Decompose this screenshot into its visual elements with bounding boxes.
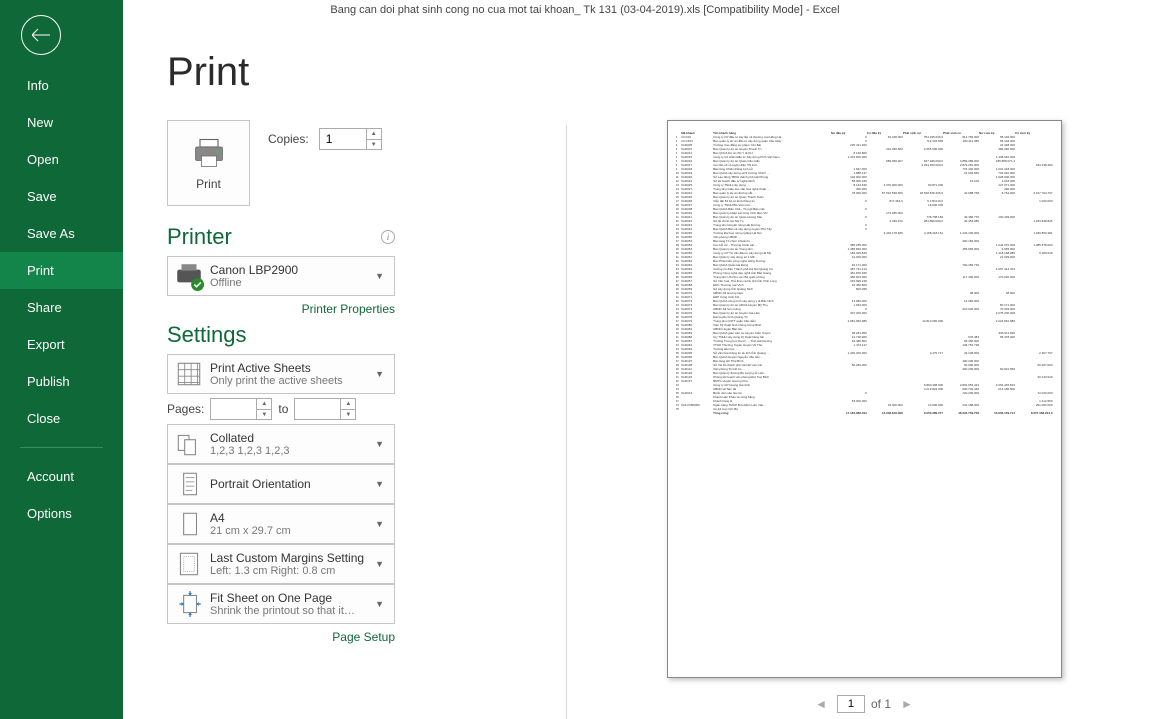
pages-to-input[interactable] [295, 399, 340, 419]
nav-new[interactable]: New [0, 104, 123, 141]
chevron-down-icon: ▼ [371, 479, 388, 489]
setting-paper-size[interactable]: A4 21 cm x 29.7 cm ▼ [167, 504, 395, 544]
setting-line1: A4 [210, 511, 371, 525]
print-panel: Print Print Copies: ▲▼ Printer [167, 50, 447, 648]
nav-share[interactable]: Share [0, 289, 123, 326]
printer-icon [191, 135, 227, 171]
nav-print[interactable]: Print [0, 252, 123, 289]
nav-save[interactable]: Save [0, 178, 123, 215]
spin-down-icon[interactable]: ▼ [367, 140, 381, 150]
spin-up-icon[interactable]: ▲ [341, 399, 355, 410]
nav-open[interactable]: Open [0, 141, 123, 178]
vertical-divider [566, 125, 567, 719]
nav-divider [20, 447, 103, 448]
nav-save-as[interactable]: Save As [0, 215, 123, 252]
page-title: Print [167, 50, 447, 95]
portrait-icon [174, 469, 204, 499]
sheets-icon [174, 359, 204, 389]
settings-heading: Settings [167, 322, 247, 348]
printer-status-icon [174, 261, 204, 291]
titlebar: Bang can doi phat sinh cong no cua mot t… [0, 0, 1170, 20]
pages-to-label: to [278, 402, 288, 416]
setting-print-what[interactable]: Print Active Sheets Only print the activ… [167, 354, 395, 394]
nav-info[interactable]: Info [0, 67, 123, 104]
nav-account[interactable]: Account [0, 458, 123, 495]
back-button[interactable] [21, 15, 61, 55]
page-of-label: of 1 [871, 697, 891, 711]
setting-line2: Only print the active sheets [210, 375, 371, 387]
margins-icon [174, 549, 204, 579]
chevron-down-icon: ▼ [371, 519, 388, 529]
setting-collate[interactable]: Collated 1,2,3 1,2,3 1,2,3 ▼ [167, 424, 395, 464]
chevron-down-icon: ▼ [371, 439, 388, 449]
spin-up-icon[interactable]: ▲ [257, 399, 271, 410]
page-setup-link[interactable]: Page Setup [167, 630, 395, 644]
setting-scaling[interactable]: Fit Sheet on One Page Shrink the printou… [167, 584, 395, 624]
pages-label: Pages: [167, 402, 204, 416]
prev-page-icon[interactable]: ◄ [811, 697, 831, 711]
setting-orientation[interactable]: Portrait Orientation ▼ [167, 464, 395, 504]
spin-down-icon[interactable]: ▼ [257, 410, 271, 420]
nav-export[interactable]: Export [0, 326, 123, 363]
pages-to-spinner[interactable]: ▲▼ [294, 398, 356, 420]
main-area: Print Print Copies: ▲▼ Printer [123, 20, 1170, 719]
page-preview: Mã kháchTên khách hàngNợ đầu kỳCó đầu kỳ… [667, 120, 1062, 678]
printer-name: Canon LBP2900 [210, 263, 371, 277]
page-navigator: ◄ of 1 ► [578, 693, 1150, 715]
pages-from-spinner[interactable]: ▲▼ [210, 398, 272, 420]
next-page-icon[interactable]: ► [897, 697, 917, 711]
setting-margins[interactable]: Last Custom Margins Setting Left: 1.3 cm… [167, 544, 395, 584]
setting-line1: Fit Sheet on One Page [210, 591, 371, 605]
print-button-label: Print [196, 177, 221, 191]
print-button[interactable]: Print [167, 120, 250, 206]
chevron-down-icon: ▼ [371, 559, 388, 569]
print-preview-area: Mã kháchTên khách hàngNợ đầu kỳCó đầu kỳ… [578, 120, 1150, 683]
spin-up-icon[interactable]: ▲ [367, 129, 381, 140]
info-icon[interactable]: i [381, 230, 395, 244]
nav-publish[interactable]: Publish [0, 363, 123, 400]
copies-label: Copies: [268, 132, 309, 146]
copies-spinner[interactable]: ▲▼ [319, 128, 382, 150]
printer-properties-link[interactable]: Printer Properties [167, 302, 395, 316]
printer-status: Offline [210, 277, 371, 289]
setting-line1: Portrait Orientation [210, 477, 371, 491]
backstage-sidebar: Info New Open Save Save As Print Share E… [0, 0, 123, 719]
current-page-input[interactable] [837, 695, 865, 713]
copies-input[interactable] [320, 129, 366, 149]
setting-line2: 21 cm x 29.7 cm [210, 525, 371, 537]
nav-close[interactable]: Close [0, 400, 123, 437]
fit-page-icon [174, 589, 204, 619]
setting-line2: Left: 1.3 cm Right: 0.8 cm [210, 565, 371, 577]
setting-line2: 1,2,3 1,2,3 1,2,3 [210, 445, 371, 457]
back-arrow-icon [32, 28, 50, 42]
paper-icon [174, 509, 204, 539]
chevron-down-icon: ▼ [371, 369, 388, 379]
chevron-down-icon: ▼ [371, 599, 388, 609]
setting-line1: Last Custom Margins Setting [210, 551, 371, 565]
nav-options[interactable]: Options [0, 495, 123, 532]
collate-icon [174, 429, 204, 459]
setting-line1: Collated [210, 431, 371, 445]
pages-from-input[interactable] [211, 399, 256, 419]
setting-line2: Shrink the printout so that it… [210, 605, 371, 617]
spin-down-icon[interactable]: ▼ [341, 410, 355, 420]
chevron-down-icon: ▼ [371, 271, 388, 281]
printer-heading: Printer [167, 224, 232, 250]
printer-dropdown[interactable]: Canon LBP2900 Offline ▼ [167, 256, 395, 296]
setting-line1: Print Active Sheets [210, 361, 371, 375]
